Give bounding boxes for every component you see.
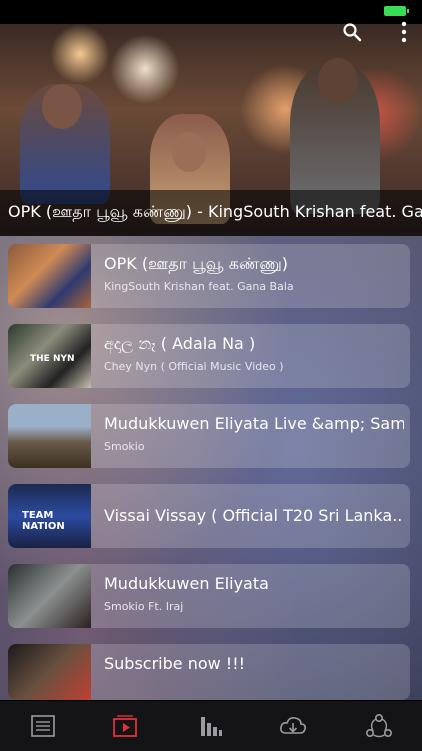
video-list-item[interactable]: OPK (ஊதா பூவூ கண்ணு) KingSouth Krishan f… [8, 244, 410, 308]
video-title: Vissai Vissay ( Official T20 Sri Lanka..… [104, 506, 404, 525]
cloud-download-icon[interactable] [278, 711, 308, 741]
video-play-icon[interactable] [110, 711, 140, 741]
video-list-item[interactable]: Mudukkuwen Eliyata Smokio Ft. Iraj [8, 564, 410, 628]
performer-head [318, 58, 358, 104]
video-thumbnail [8, 644, 91, 700]
video-title: OPK (ஊதா பூவூ கண்ணு) [104, 254, 289, 273]
video-thumbnail [8, 244, 91, 308]
video-subtitle: KingSouth Krishan feat. Gana Bala [104, 280, 294, 293]
light-glow [110, 34, 180, 104]
video-title: අදාල නෑ ( Adala Na ) [104, 334, 256, 353]
thumbnail-text: TEAM NATION [22, 510, 65, 532]
featured-video-banner[interactable]: OPK (ஊதா பூவூ கண்ணு) - KingSouth Krishan… [0, 24, 422, 236]
featured-caption-bar: OPK (ஊதா பூவூ கண்ணு) - KingSouth Krishan… [0, 190, 422, 236]
video-list-item[interactable]: Mudukkuwen Eliyata Live &amp; SamaJ Smok… [8, 404, 410, 468]
video-thumbnail: THE NYN [8, 324, 91, 388]
video-list-item[interactable]: THE NYN අදාල නෑ ( Adala Na ) Chey Nyn ( … [8, 324, 410, 388]
video-title: Subscribe now !!! [104, 654, 246, 673]
search-icon[interactable] [342, 22, 362, 42]
more-vertical-icon[interactable] [398, 20, 410, 44]
video-title: Mudukkuwen Eliyata [104, 574, 269, 593]
video-subtitle: Smokio Ft. Iraj [104, 600, 184, 613]
video-list-item[interactable]: TEAM NATION Vissai Vissay ( Official T20… [8, 484, 410, 548]
light-glow [50, 24, 110, 84]
thumbnail-text: THE NYN [30, 354, 75, 364]
video-thumbnail: TEAM NATION [8, 484, 91, 548]
video-thumbnail [8, 404, 91, 468]
performer-head [172, 132, 206, 172]
featured-video-title: OPK (ஊதா பூவூ கண்ணு) - KingSouth Krishan… [8, 202, 422, 221]
equalizer-icon[interactable] [196, 711, 226, 741]
performer-head [42, 84, 82, 129]
share-icon[interactable] [364, 711, 394, 741]
battery-icon [384, 6, 409, 16]
video-subtitle: Chey Nyn ( Official Music Video ) [104, 360, 284, 373]
video-thumbnail [8, 564, 91, 628]
bottom-tab-bar [0, 700, 422, 751]
video-subtitle: Smokio [104, 440, 145, 453]
video-title: Mudukkuwen Eliyata Live &amp; SamaJ [104, 414, 404, 433]
list-icon[interactable] [28, 711, 58, 741]
video-list-item[interactable]: Subscribe now !!! [8, 644, 410, 700]
status-bar [0, 0, 422, 24]
